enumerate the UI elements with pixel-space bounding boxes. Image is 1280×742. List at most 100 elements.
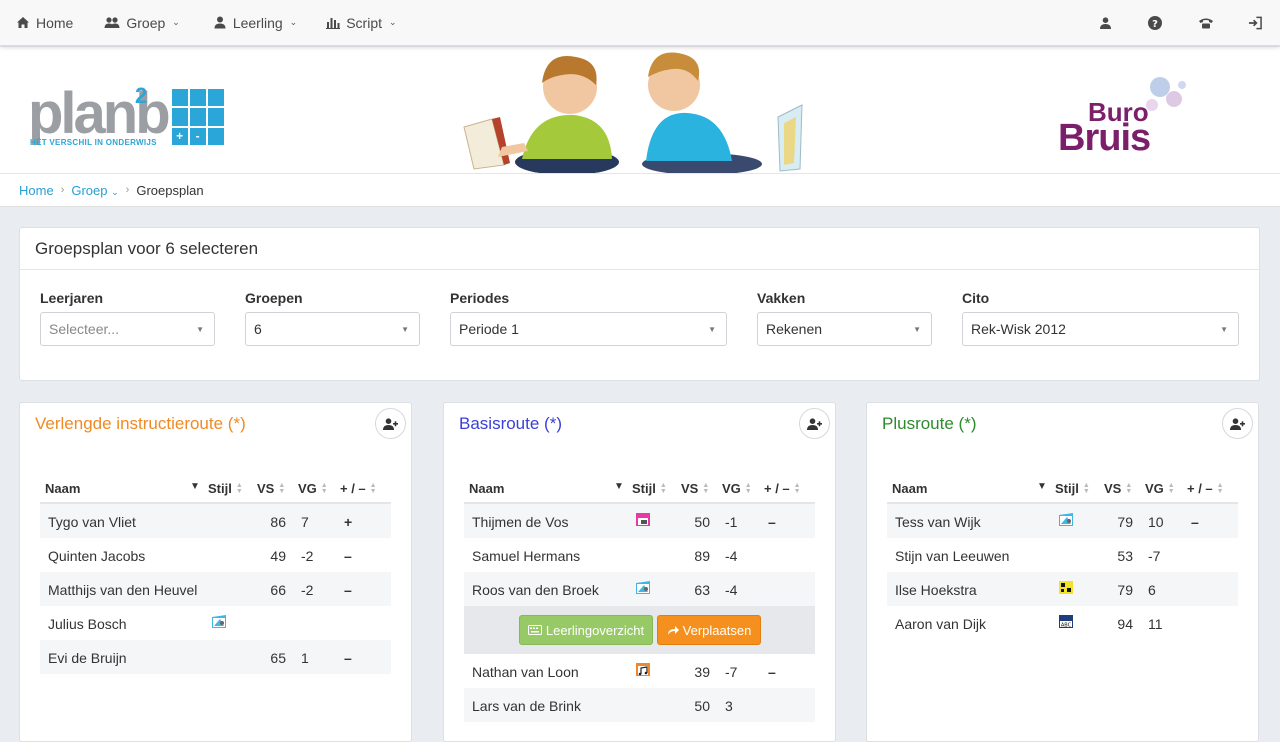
- table-row[interactable]: Stijn van Leeuwen 53 -7: [887, 538, 1238, 572]
- keyboard-icon: [527, 625, 542, 635]
- nav-script-label: Script: [346, 14, 382, 31]
- route-title: Basisroute (*): [459, 414, 562, 433]
- chevron-down-icon: ⌄: [389, 17, 397, 27]
- logo-minus: -: [189, 127, 206, 145]
- visual-style-icon: [636, 581, 650, 597]
- route-header: Basisroute (*): [444, 403, 835, 445]
- breadcrumb-groep[interactable]: Groep ⌄: [71, 183, 118, 198]
- vs-value: 79: [1117, 514, 1133, 530]
- sort-icon: ▲ ▼: [369, 481, 377, 495]
- leerjaren-select[interactable]: Selecteer... ▼: [40, 312, 215, 346]
- student-name: Quinten Jacobs: [48, 548, 146, 564]
- sort-desc-icon[interactable]: ▼: [1037, 481, 1047, 492]
- col-naam[interactable]: Naam: [469, 481, 504, 496]
- vs-value: 50: [694, 514, 710, 530]
- student-name: Evi de Bruijn: [48, 650, 127, 666]
- filter-groepen: Groepen 6 ▼: [245, 290, 420, 346]
- filter-label: Periodes: [450, 290, 510, 306]
- col-vg[interactable]: VG ▲ ▼: [1145, 481, 1175, 496]
- buro-bruis-logo: Buro Bruis: [1058, 75, 1188, 165]
- table-row[interactable]: Ilse Hoekstra 79 6: [887, 572, 1238, 606]
- vs-value: 39: [694, 664, 710, 680]
- col-plus-minus[interactable]: + / – ▲ ▼: [764, 481, 801, 496]
- route-header: Verlengde instructieroute (*): [20, 403, 411, 445]
- student-name: Aaron van Dijk: [895, 616, 987, 632]
- table-row[interactable]: Samuel Hermans 89 -4: [464, 538, 815, 572]
- nav-groep[interactable]: Groep ⌄: [104, 15, 180, 31]
- profile-user-icon[interactable]: [1098, 16, 1112, 30]
- music-style-icon: [636, 663, 650, 679]
- add-user-icon: [383, 417, 398, 430]
- cito-select[interactable]: Rek-Wisk 2012 ▼: [962, 312, 1239, 346]
- col-stijl[interactable]: Stijl ▲ ▼: [1055, 481, 1090, 496]
- table-row[interactable]: Thijmen de Vos 50 -1 –: [464, 504, 815, 538]
- sign-out-icon[interactable]: [1248, 16, 1262, 30]
- col-vg[interactable]: VG ▲ ▼: [298, 481, 328, 496]
- breadcrumb-separator: ›: [60, 184, 65, 196]
- table-row[interactable]: Matthijs van den Heuvel 66 -2 –: [40, 572, 391, 606]
- logo-bruis-text: Bruis: [1058, 117, 1151, 159]
- plus-minus-value: –: [344, 548, 352, 564]
- visual-style-icon: [212, 615, 226, 631]
- phone-icon[interactable]: [1198, 16, 1214, 30]
- top-navbar: Home Groep ⌄ Leerling ⌄ Script ⌄ ?: [0, 0, 1280, 46]
- vakken-select[interactable]: Rekenen ▼: [757, 312, 932, 346]
- col-plus-minus[interactable]: + / – ▲ ▼: [340, 481, 377, 496]
- sort-desc-icon[interactable]: ▼: [190, 481, 200, 492]
- vg-value: 10: [1148, 514, 1164, 530]
- col-vs[interactable]: VS ▲ ▼: [257, 481, 285, 496]
- col-vs[interactable]: VS ▲ ▼: [681, 481, 709, 496]
- student-name: Lars van de Brink: [472, 698, 581, 714]
- groepen-select[interactable]: 6 ▼: [245, 312, 420, 346]
- kinesthetic-style-icon: [636, 513, 650, 529]
- periodes-select[interactable]: Periode 1 ▼: [450, 312, 727, 346]
- student-name: Roos van den Broek: [472, 582, 599, 598]
- vs-value: 89: [694, 548, 710, 564]
- breadcrumb-home[interactable]: Home: [19, 183, 54, 198]
- table-row[interactable]: Nathan van Loon 39 -7 –: [464, 654, 815, 688]
- vs-value: 50: [694, 698, 710, 714]
- plus-minus-value: –: [344, 582, 352, 598]
- table-row[interactable]: Quinten Jacobs 49 -2 –: [40, 538, 391, 572]
- table-row[interactable]: Lars van de Brink 50 3: [464, 688, 815, 722]
- nav-script[interactable]: Script ⌄: [326, 14, 397, 31]
- verplaatsen-button[interactable]: Verplaatsen: [657, 615, 761, 645]
- sort-icon: ▲ ▼: [702, 481, 710, 495]
- student-name: Matthijs van den Heuvel: [48, 582, 198, 598]
- children-reading-illustration: [463, 52, 803, 173]
- col-vs[interactable]: VS ▲ ▼: [1104, 481, 1132, 496]
- table-row[interactable]: Tygo van Vliet 86 7 +: [40, 504, 391, 538]
- vg-value: -4: [725, 582, 738, 598]
- logo-grid: + -: [171, 89, 224, 145]
- table-row[interactable]: Aaron van Dijk ABC 94 11: [887, 606, 1238, 640]
- col-plus-minus[interactable]: + / – ▲ ▼: [1187, 481, 1224, 496]
- table-row[interactable]: Julius Bosch: [40, 606, 391, 640]
- col-naam[interactable]: Naam: [892, 481, 927, 496]
- leerlingoverzicht-button[interactable]: Leerlingoverzicht: [519, 615, 653, 645]
- nav-home[interactable]: Home: [16, 15, 73, 31]
- add-student-button[interactable]: [1222, 408, 1253, 439]
- student-table: Naam ▼ Stijl ▲ ▼ VS ▲ ▼ VG ▲ ▼ + / – ▲ ▼ Tygo van Vlie…: [40, 473, 391, 674]
- caret-down-icon: ▼: [196, 325, 204, 334]
- table-row[interactable]: Roos van den Broek 63 -4: [464, 572, 815, 606]
- sort-desc-icon[interactable]: ▼: [614, 481, 624, 492]
- col-naam[interactable]: Naam: [45, 481, 80, 496]
- col-vg[interactable]: VG ▲ ▼: [722, 481, 752, 496]
- caret-down-icon: ▼: [913, 325, 921, 334]
- groepsplan-selection-panel: Groepsplan voor 6 selecteren Leerjaren S…: [19, 227, 1260, 381]
- filter-label: Cito: [962, 290, 990, 306]
- planb2-logo: planb 2 HÉT VERSCHIL IN ONDERWIJS + -: [28, 83, 224, 147]
- breadcrumb-separator: ›: [125, 184, 130, 196]
- verbal-style-icon: ABC: [1059, 615, 1073, 631]
- col-stijl[interactable]: Stijl ▲ ▼: [632, 481, 667, 496]
- add-student-button[interactable]: [375, 408, 406, 439]
- table-row[interactable]: Tess van Wijk 79 10 –: [887, 504, 1238, 538]
- vs-value: 65: [270, 650, 286, 666]
- add-student-button[interactable]: [799, 408, 830, 439]
- col-stijl[interactable]: Stijl ▲ ▼: [208, 481, 243, 496]
- table-row[interactable]: Evi de Bruijn 65 1 –: [40, 640, 391, 674]
- sort-icon: ▲ ▼: [1082, 481, 1090, 495]
- user-icon: [213, 16, 227, 30]
- help-icon[interactable]: ?: [1148, 15, 1162, 30]
- nav-leerling[interactable]: Leerling ⌄: [213, 15, 297, 31]
